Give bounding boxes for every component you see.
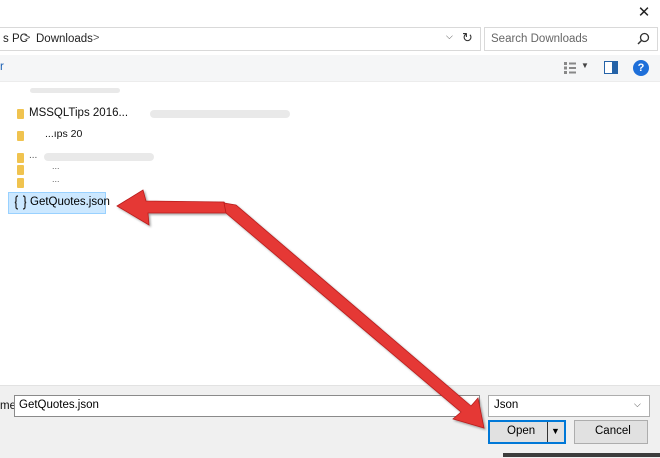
blurred-area xyxy=(30,88,120,93)
open-button[interactable]: Open ▼ xyxy=(488,420,566,444)
organize-fragment[interactable]: r xyxy=(0,61,4,73)
open-button-label: Open xyxy=(507,425,536,437)
chevron-down-icon[interactable]: ⌵ xyxy=(446,31,453,42)
list-item-label: ... xyxy=(52,174,60,184)
split-divider xyxy=(547,422,548,442)
view-options-icon[interactable] xyxy=(563,61,577,75)
title-bar: ✕ xyxy=(0,0,660,26)
taskbar-edge xyxy=(503,453,660,457)
bottom-panel: me: GetQuotes.json Json ⌵ Open ▼ Cancel xyxy=(0,385,660,458)
filetype-select[interactable]: Json ⌵ xyxy=(488,395,650,417)
filename-value: GetQuotes.json xyxy=(19,399,99,411)
folder-icon xyxy=(17,131,24,141)
selected-file-label: GetQuotes.json xyxy=(30,196,110,208)
folder-icon xyxy=(17,178,24,188)
list-item-label: MSSQLTips 2016... xyxy=(29,107,129,119)
breadcrumb-separator[interactable]: > xyxy=(93,32,99,44)
breadcrumb-downloads[interactable]: Downloads xyxy=(36,33,93,45)
toolbar: r ▼ ? xyxy=(0,55,660,82)
close-icon[interactable]: ✕ xyxy=(634,3,654,23)
address-bar[interactable]: s PC > Downloads > ⌵ ↻ xyxy=(0,27,481,51)
filename-input[interactable]: GetQuotes.json xyxy=(14,395,480,417)
list-item-label: ...ıps 20 xyxy=(45,128,83,140)
search-placeholder: Search Downloads xyxy=(491,33,588,45)
filetype-value: Json xyxy=(494,399,519,411)
breadcrumb-separator[interactable]: > xyxy=(24,32,30,44)
cancel-button[interactable]: Cancel xyxy=(574,420,648,444)
help-icon[interactable]: ? xyxy=(633,60,649,76)
blurred-area xyxy=(44,153,154,161)
folder-icon xyxy=(17,153,24,163)
view-dropdown-icon[interactable]: ▼ xyxy=(581,61,589,70)
cancel-button-label: Cancel xyxy=(595,425,631,437)
folder-icon xyxy=(17,109,24,119)
json-file-icon xyxy=(14,195,27,210)
blurred-area xyxy=(150,110,290,118)
list-item-label: ... xyxy=(29,150,38,161)
file-list[interactable]: MSSQLTips 2016... ...ıps 20 ... ... ... … xyxy=(0,82,660,382)
refresh-icon[interactable]: ↻ xyxy=(462,30,473,46)
preview-pane-icon[interactable] xyxy=(604,61,618,74)
address-row: s PC > Downloads > ⌵ ↻ Search Downloads xyxy=(0,27,660,53)
list-item-label: ... xyxy=(52,161,60,171)
search-input[interactable]: Search Downloads xyxy=(484,27,658,51)
folder-icon xyxy=(17,165,24,175)
open-dropdown-icon[interactable]: ▼ xyxy=(551,426,560,436)
search-icon[interactable] xyxy=(635,31,651,47)
selected-file-row[interactable]: GetQuotes.json xyxy=(8,192,110,214)
chevron-down-icon[interactable]: ⌵ xyxy=(634,399,641,410)
